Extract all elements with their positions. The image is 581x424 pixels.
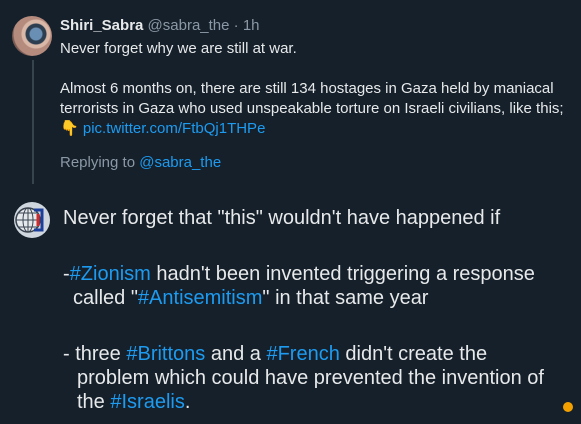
replying-to: Replying to @sabra_the (60, 154, 221, 171)
timestamp[interactable]: 1h (243, 17, 260, 34)
bullet-text: and a (205, 343, 267, 365)
reply-handle-link[interactable]: @sabra_the (139, 154, 221, 171)
bullet-2-cont: the #Israelis. (63, 390, 575, 414)
thread-line (32, 60, 34, 184)
tweet-body: Almost 6 months on, there are still 134 … (60, 80, 564, 117)
tweet-text: Never forget why we are still at war. Al… (60, 39, 580, 139)
author-name[interactable]: Shiri_Sabra (60, 17, 143, 34)
bullet-2: - three #Brittons and a #French didn't c… (63, 342, 575, 366)
tweet-line: Never forget why we are still at war. (60, 40, 297, 57)
notification-dot (563, 402, 573, 412)
hashtag-french[interactable]: #French (266, 343, 339, 365)
tweet-line: Almost 6 months on, there are still 134 … (60, 79, 580, 139)
replying-label: Replying to (60, 154, 136, 171)
bullet-1: -#Zionism hadn't been invented triggerin… (63, 262, 575, 286)
hashtag-israelis[interactable]: #Israelis (110, 391, 184, 413)
point-down-emoji: 👇 (60, 120, 79, 137)
bullet-text: . (184, 391, 191, 413)
tweet-header: Shiri_Sabra @sabra_the · 1h (60, 17, 260, 34)
bullet-text: didn't create the (339, 343, 488, 365)
globe-logo-icon (15, 207, 44, 233)
bullet-text: " in that same year (262, 287, 429, 309)
hashtag-zionism[interactable]: #Zionism (70, 263, 151, 285)
bullet-text: - three (63, 343, 127, 365)
bullet-text: hadn't been invented triggering a respon… (150, 263, 535, 285)
media-link[interactable]: pic.twitter.com/FtbQj1THPe (83, 120, 266, 137)
bullet-dash: - (63, 263, 70, 285)
bullet-1-cont: called "#Antisemitism" in that same year (63, 286, 575, 310)
hashtag-antisemitism[interactable]: #Antisemitism (138, 287, 262, 309)
reply-text: Never forget that "this" wouldn't have h… (63, 206, 575, 414)
hashtag-brittons[interactable]: #Brittons (126, 343, 205, 365)
bullet-text: the (77, 391, 111, 413)
avatar[interactable] (12, 16, 52, 56)
author-handle[interactable]: @sabra_the (148, 17, 230, 34)
bullet-2-cont: problem which could have prevented the i… (77, 367, 544, 389)
bullet-text: called " (73, 287, 138, 309)
separator: · (233, 17, 239, 34)
avatar[interactable] (14, 202, 50, 238)
reply-line: Never forget that "this" wouldn't have h… (63, 207, 501, 229)
